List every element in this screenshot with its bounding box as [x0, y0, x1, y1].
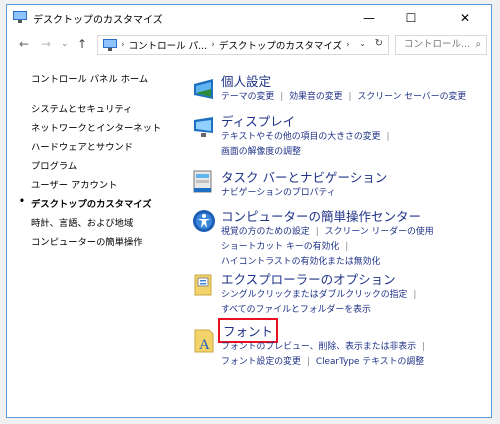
category-title[interactable]: ディスプレイ: [221, 111, 295, 130]
maximize-button[interactable]: ☐: [391, 5, 431, 31]
link-adjust-cleartype[interactable]: ClearType テキストの調整: [316, 357, 424, 367]
sidebar-item-clock-language-region[interactable]: 時計、言語、および地域: [31, 215, 133, 229]
refresh-icon[interactable]: ↻: [375, 38, 383, 49]
link-change-font-settings[interactable]: フォント設定の変更: [221, 357, 301, 367]
address-bar[interactable]: › コントロール パ... › デスクトップのカスタマイズ › ⌄ ↻: [97, 35, 389, 55]
back-arrow-icon[interactable]: ←: [19, 37, 29, 51]
minimize-button[interactable]: —: [349, 5, 389, 31]
breadcrumb-separator-icon[interactable]: ›: [346, 40, 350, 50]
category-title-fonts[interactable]: フォント: [217, 318, 279, 343]
control-panel-window: デスクトップのカスタマイズ — ☐ ✕ ← → ⌄ ↑ › コントロール パ..…: [6, 4, 492, 418]
sidebar-home-link[interactable]: コントロール パネル ホーム: [31, 71, 148, 85]
breadcrumb-separator-icon[interactable]: ›: [121, 40, 125, 50]
sidebar-item-label: デスクトップのカスタマイズ: [31, 199, 152, 210]
search-placeholder: コントロール...: [404, 39, 471, 50]
category-links: フォントのプレビュー、削除、表示または非表示 | フォント設定の変更 | ClearT…: [221, 342, 426, 367]
title-bar[interactable]: デスクトップのカスタマイズ — ☐ ✕: [7, 5, 491, 31]
category-title[interactable]: エクスプローラーのオプション: [221, 269, 396, 288]
link-change-screen-saver[interactable]: スクリーン セーバーの変更: [358, 92, 467, 102]
link-settings-for-vision[interactable]: 視覚の方のための設定: [221, 227, 310, 237]
taskbar-icon: [193, 170, 212, 193]
close-button[interactable]: ✕: [445, 5, 485, 31]
control-panel-app-icon: [13, 11, 27, 23]
breadcrumb-control-panel[interactable]: コントロール パ...: [129, 38, 208, 52]
link-navigation-properties[interactable]: ナビゲーションのプロパティ: [221, 188, 336, 198]
category-links: 視覚の方のための設定 | スクリーン リーダーの使用 ショートカット キーの有効化 |…: [221, 227, 434, 267]
link-enable-shortcut-keys[interactable]: ショートカット キーの有効化: [221, 242, 339, 252]
breadcrumb-separator-icon[interactable]: ›: [211, 40, 215, 50]
breadcrumb-desktop-customization[interactable]: デスクトップのカスタマイズ: [219, 38, 342, 52]
category-title[interactable]: コンピューターの簡単操作センター: [221, 206, 421, 225]
sidebar-item-ease-of-access[interactable]: コンピューターの簡単操作: [31, 234, 143, 248]
category-links: テーマの変更 | 効果音の変更 | スクリーン セーバーの変更: [221, 92, 467, 102]
display-icon: [194, 117, 213, 137]
control-panel-location-icon: [103, 39, 117, 51]
link-show-all-files-folders[interactable]: すべてのファイルとフォルダーを表示: [221, 305, 371, 315]
link-use-screen-reader[interactable]: スクリーン リーダーの使用: [325, 227, 434, 237]
forward-arrow-icon[interactable]: →: [41, 37, 51, 51]
category-links: テキストやその他の項目の大きさの変更 | 画面の解像度の調整: [221, 132, 390, 157]
link-change-text-size[interactable]: テキストやその他の項目の大きさの変更: [221, 132, 380, 142]
folder-options-icon: [194, 274, 212, 296]
sidebar-item-system-security[interactable]: システムとセキュリティ: [31, 101, 132, 115]
search-icon[interactable]: ⌕: [476, 36, 481, 54]
sidebar-item-user-accounts[interactable]: ユーザー アカウント: [31, 177, 117, 191]
sidebar-item-network-internet[interactable]: ネットワークとインターネット: [31, 120, 161, 134]
ease-of-access-icon: [193, 210, 215, 232]
category-links: ナビゲーションのプロパティ: [221, 186, 500, 201]
up-arrow-icon[interactable]: ↑: [77, 37, 87, 51]
sidebar-item-hardware-sound[interactable]: ハードウェアとサウンド: [31, 139, 133, 153]
address-dropdown-icon[interactable]: ⌄: [359, 39, 366, 48]
svg-text:A: A: [199, 337, 210, 353]
recent-locations-icon[interactable]: ⌄: [61, 39, 69, 49]
search-input[interactable]: コントロール... ⌕: [395, 35, 487, 55]
sidebar-item-desktop-customization[interactable]: • デスクトップのカスタマイズ: [19, 196, 152, 210]
link-single-or-double-click[interactable]: シングルクリックまたはダブルクリックの指定: [221, 290, 407, 300]
category-title[interactable]: タスク バーとナビゲーション: [221, 167, 387, 186]
link-toggle-high-contrast[interactable]: ハイコントラストの有効化または無効化: [221, 257, 380, 267]
category-links: シングルクリックまたはダブルクリックの指定 | すべてのファイルとフォルダーを表示: [221, 290, 417, 315]
window-title: デスクトップのカスタマイズ: [33, 15, 163, 26]
category-title[interactable]: 個人設定: [221, 71, 271, 90]
link-change-sound-effects[interactable]: 効果音の変更: [289, 92, 342, 102]
link-adjust-resolution[interactable]: 画面の解像度の調整: [221, 147, 301, 157]
link-change-theme[interactable]: テーマの変更: [221, 92, 274, 102]
current-item-bullet-icon: •: [19, 196, 25, 207]
link-preview-delete-show-hide-fonts[interactable]: フォントのプレビュー、削除、表示または非表示: [221, 342, 416, 352]
sidebar-item-programs[interactable]: プログラム: [31, 158, 77, 172]
personalization-icon: [194, 79, 213, 99]
navigation-bar: ← → ⌄ ↑ › コントロール パ... › デスクトップのカスタマイズ › …: [7, 31, 491, 59]
fonts-icon: A: [194, 329, 214, 353]
